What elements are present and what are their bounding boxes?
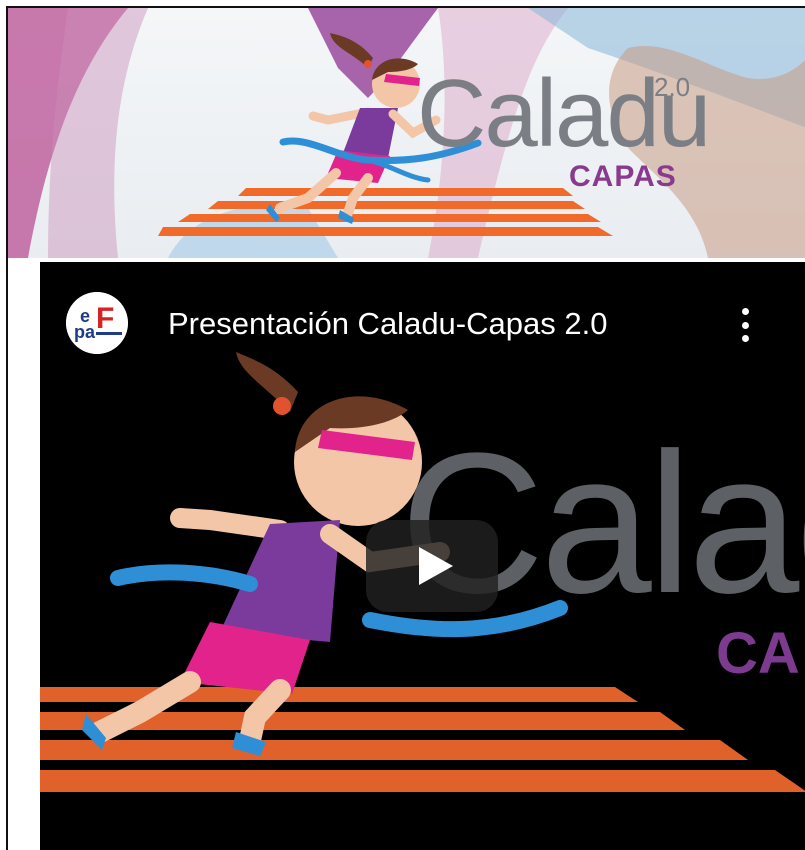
more-vertical-icon — [741, 308, 749, 315]
more-options-button[interactable] — [730, 304, 760, 346]
video-player[interactable]: Calad CA — [40, 262, 805, 850]
video-title[interactable]: Presentación Caladu-Capas 2.0 — [168, 306, 607, 342]
page-frame: Caladu 2.0 CAPAS Calad CA — [6, 6, 805, 850]
brand-subtitle: CAPAS — [569, 160, 677, 193]
play-icon — [419, 547, 453, 585]
svg-text:pa: pa — [74, 322, 96, 342]
channel-avatar[interactable]: e pa F — [66, 292, 128, 354]
play-button[interactable] — [366, 520, 498, 612]
header-banner: Caladu 2.0 CAPAS — [8, 8, 805, 258]
svg-text:F: F — [96, 302, 114, 335]
brand-version: 2.0 — [654, 72, 691, 102]
channel-logo-icon: e pa F — [66, 292, 128, 354]
